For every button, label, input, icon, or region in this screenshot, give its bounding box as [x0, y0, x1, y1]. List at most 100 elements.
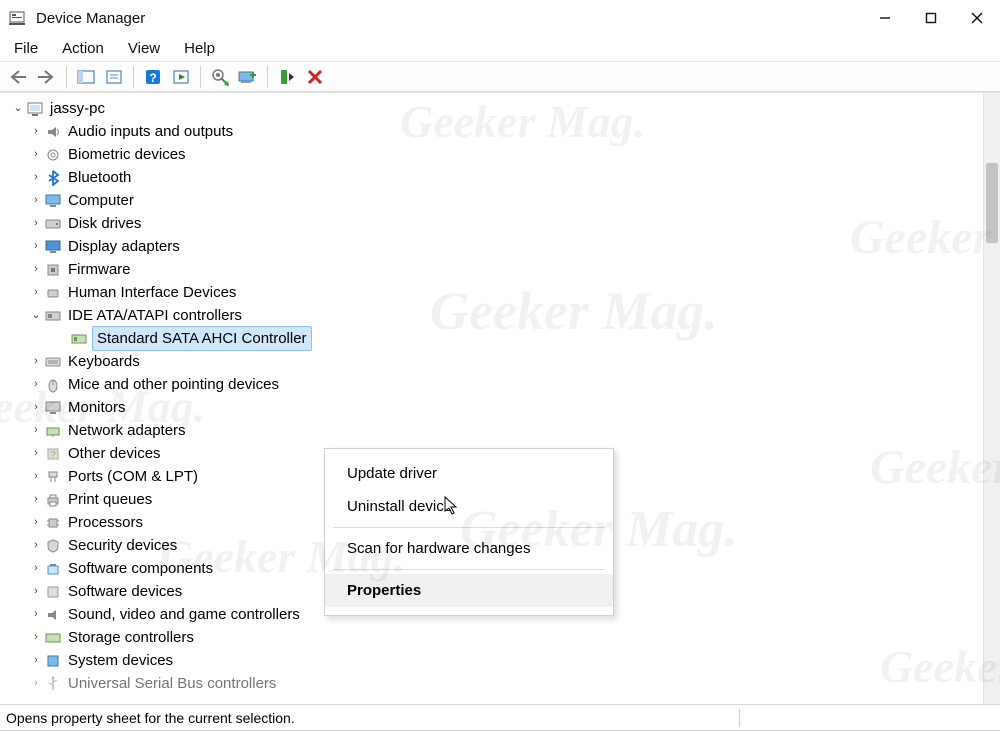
toolbar-forward-button[interactable]: [34, 65, 60, 89]
tree-label: Ports (COM & LPT): [68, 465, 198, 488]
menubar: File Action View Help: [0, 36, 1000, 62]
chevron-right-icon[interactable]: ›: [28, 166, 44, 189]
ports-icon: [44, 468, 62, 486]
chevron-right-icon[interactable]: ›: [28, 534, 44, 557]
toolbar-show-hide-button[interactable]: [73, 65, 99, 89]
menu-action[interactable]: Action: [62, 40, 104, 57]
chevron-right-icon[interactable]: ›: [28, 419, 44, 442]
scroll-thumb[interactable]: [986, 163, 998, 243]
minimize-button[interactable]: [862, 0, 908, 36]
network-icon: [44, 422, 62, 440]
chevron-right-icon[interactable]: ›: [28, 672, 44, 695]
chevron-right-icon[interactable]: ›: [28, 626, 44, 649]
tree-label: System devices: [68, 649, 173, 672]
toolbar-action-button[interactable]: [168, 65, 194, 89]
menu-view[interactable]: View: [128, 40, 160, 57]
software-dev-icon: [44, 583, 62, 601]
maximize-button[interactable]: [908, 0, 954, 36]
chevron-right-icon[interactable]: ›: [28, 212, 44, 235]
system-icon: [44, 652, 62, 670]
keyboard-icon: [44, 353, 62, 371]
toolbar-properties-button[interactable]: [101, 65, 127, 89]
tree-label: Universal Serial Bus controllers: [68, 672, 276, 695]
tree-node[interactable]: ›Biometric devices: [10, 143, 983, 166]
tree-node[interactable]: › Bluetooth: [10, 166, 983, 189]
chevron-down-icon[interactable]: ⌄: [10, 97, 26, 120]
chevron-right-icon[interactable]: ›: [28, 511, 44, 534]
tree-label: Software devices: [68, 580, 182, 603]
toolbar-enable-button[interactable]: [274, 65, 300, 89]
chevron-right-icon[interactable]: ›: [28, 120, 44, 143]
tree-root[interactable]: ⌄ jassy-pc: [10, 97, 983, 120]
tree-root-label: jassy-pc: [50, 97, 105, 120]
toolbar-separator: [66, 66, 67, 88]
tree-label: Processors: [68, 511, 143, 534]
tree-node[interactable]: › Mice and other pointing devices: [10, 373, 983, 396]
tree-node[interactable]: ›Human Interface Devices: [10, 281, 983, 304]
tree-label: Keyboards: [68, 350, 140, 373]
printer-icon: [44, 491, 62, 509]
mouse-icon: [44, 376, 62, 394]
tree-node[interactable]: › Audio inputs and outputs: [10, 120, 983, 143]
tree-label: Firmware: [68, 258, 131, 281]
chevron-right-icon[interactable]: ›: [28, 396, 44, 419]
chevron-right-icon[interactable]: ›: [28, 281, 44, 304]
chevron-right-icon[interactable]: ›: [28, 488, 44, 511]
tree-label: IDE ATA/ATAPI controllers: [68, 304, 242, 327]
chevron-right-icon[interactable]: ›: [28, 189, 44, 212]
tree-node[interactable]: › Firmware: [10, 258, 983, 281]
tree-label: Security devices: [68, 534, 177, 557]
tree-node[interactable]: › Network adapters: [10, 419, 983, 442]
chevron-right-icon[interactable]: ›: [28, 649, 44, 672]
tree-node[interactable]: ›Computer: [10, 189, 983, 212]
context-menu: Update driver Uninstall device Scan for …: [324, 448, 614, 616]
tree-label: Network adapters: [68, 419, 186, 442]
chevron-right-icon[interactable]: ›: [28, 580, 44, 603]
toolbar-uninstall-button[interactable]: [302, 65, 328, 89]
close-button[interactable]: [954, 0, 1000, 36]
menu-file[interactable]: File: [14, 40, 38, 57]
menu-help[interactable]: Help: [184, 40, 215, 57]
tree-node[interactable]: ›Monitors: [10, 396, 983, 419]
audio-icon: [44, 123, 62, 141]
tree-label: Storage controllers: [68, 626, 194, 649]
ctx-properties[interactable]: Properties: [325, 574, 613, 607]
ctx-scan-hardware[interactable]: Scan for hardware changes: [325, 532, 613, 565]
chevron-right-icon[interactable]: ›: [28, 373, 44, 396]
tree-label: Bluetooth: [68, 166, 131, 189]
display-icon: [44, 238, 62, 256]
tree-label: Print queues: [68, 488, 152, 511]
tree-node[interactable]: › Keyboards: [10, 350, 983, 373]
tree-node[interactable]: › Storage controllers: [10, 626, 983, 649]
vertical-scrollbar[interactable]: [983, 93, 1000, 704]
chevron-right-icon[interactable]: ›: [28, 557, 44, 580]
tree-node[interactable]: ›Disk drives: [10, 212, 983, 235]
tree-child-selected[interactable]: Standard SATA AHCI Controller: [10, 327, 983, 350]
tree-node[interactable]: ›Display adapters: [10, 235, 983, 258]
tree-label: Mice and other pointing devices: [68, 373, 279, 396]
chevron-right-icon[interactable]: ›: [28, 603, 44, 626]
ctx-update-driver[interactable]: Update driver: [325, 457, 613, 490]
chevron-right-icon[interactable]: ›: [28, 350, 44, 373]
tree-label: Other devices: [68, 442, 161, 465]
tree-node[interactable]: › System devices: [10, 649, 983, 672]
chevron-right-icon[interactable]: ›: [28, 465, 44, 488]
chevron-right-icon[interactable]: ›: [28, 235, 44, 258]
tree-label: Sound, video and game controllers: [68, 603, 300, 626]
chevron-right-icon[interactable]: ›: [28, 442, 44, 465]
toolbar-scan-button[interactable]: [235, 65, 261, 89]
tree-label: Audio inputs and outputs: [68, 120, 233, 143]
tree-label-selected: Standard SATA AHCI Controller: [92, 326, 312, 351]
toolbar-update-button[interactable]: [207, 65, 233, 89]
titlebar: Device Manager: [0, 0, 1000, 36]
chevron-right-icon[interactable]: ›: [28, 143, 44, 166]
monitor-icon: [44, 399, 62, 417]
tree-node-expanded[interactable]: ⌄ IDE ATA/ATAPI controllers: [10, 304, 983, 327]
ctx-uninstall-device[interactable]: Uninstall device: [325, 490, 613, 523]
toolbar-help-button[interactable]: ?: [140, 65, 166, 89]
ctx-separator: [333, 569, 605, 570]
chevron-down-icon[interactable]: ⌄: [28, 304, 44, 327]
toolbar-back-button[interactable]: [6, 65, 32, 89]
tree-node[interactable]: › Universal Serial Bus controllers: [10, 672, 983, 695]
chevron-right-icon[interactable]: ›: [28, 258, 44, 281]
